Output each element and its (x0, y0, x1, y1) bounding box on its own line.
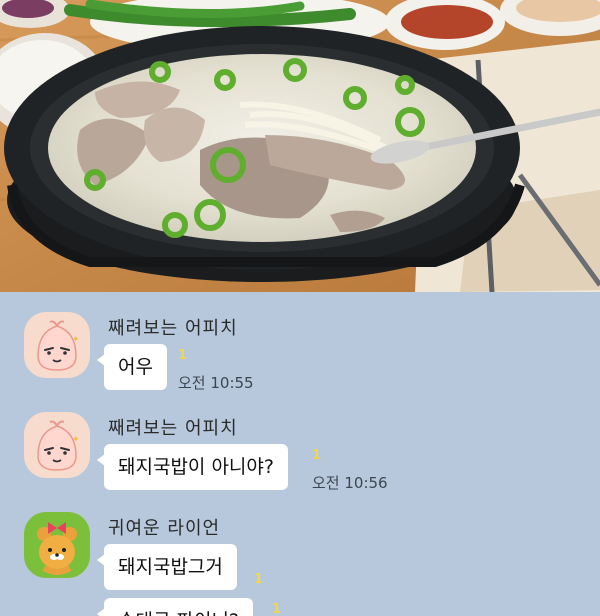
svg-text:✦: ✦ (72, 335, 80, 345)
message-time: 오전 10:55 (178, 374, 254, 392)
message-bubble[interactable]: 돼지국밥이 아니야? (97, 444, 288, 490)
unread-count: 1 (254, 572, 264, 587)
sender-name: 째려보는 어피치 (108, 318, 238, 339)
gukbap-photo-image (0, 0, 600, 292)
message-bubble[interactable]: 어우 (97, 344, 167, 390)
screenshot: ✦ 째려보는 어피치 어우 1 오전 10:55 ✦ 째려보는 어피치 돼지국밥… (0, 0, 600, 616)
message-bubble[interactable]: 순대국 파이니? (96, 598, 254, 616)
unread-count: 1 (178, 348, 188, 363)
ryan-icon (24, 512, 90, 578)
message-time: 오전 10:56 (312, 474, 388, 492)
sender-name: 귀여운 라이언 (108, 518, 221, 539)
apeach-avatar[interactable]: ✦ (24, 312, 90, 378)
message-bubble[interactable]: 돼지국밥그거 (97, 544, 237, 590)
chat-area[interactable]: ✦ 째려보는 어피치 어우 1 오전 10:55 ✦ 째려보는 어피치 돼지국밥… (0, 292, 600, 616)
ryan-avatar[interactable] (24, 512, 90, 578)
apeach-icon: ✦ (24, 312, 90, 378)
apeach-icon: ✦ (24, 412, 90, 478)
unread-count: 1 (272, 602, 282, 616)
sender-name: 째려보는 어피치 (108, 418, 238, 439)
apeach-avatar[interactable]: ✦ (24, 412, 90, 478)
unread-count: 1 (312, 448, 322, 463)
food-photo (0, 0, 600, 292)
svg-text:✦: ✦ (72, 435, 80, 445)
